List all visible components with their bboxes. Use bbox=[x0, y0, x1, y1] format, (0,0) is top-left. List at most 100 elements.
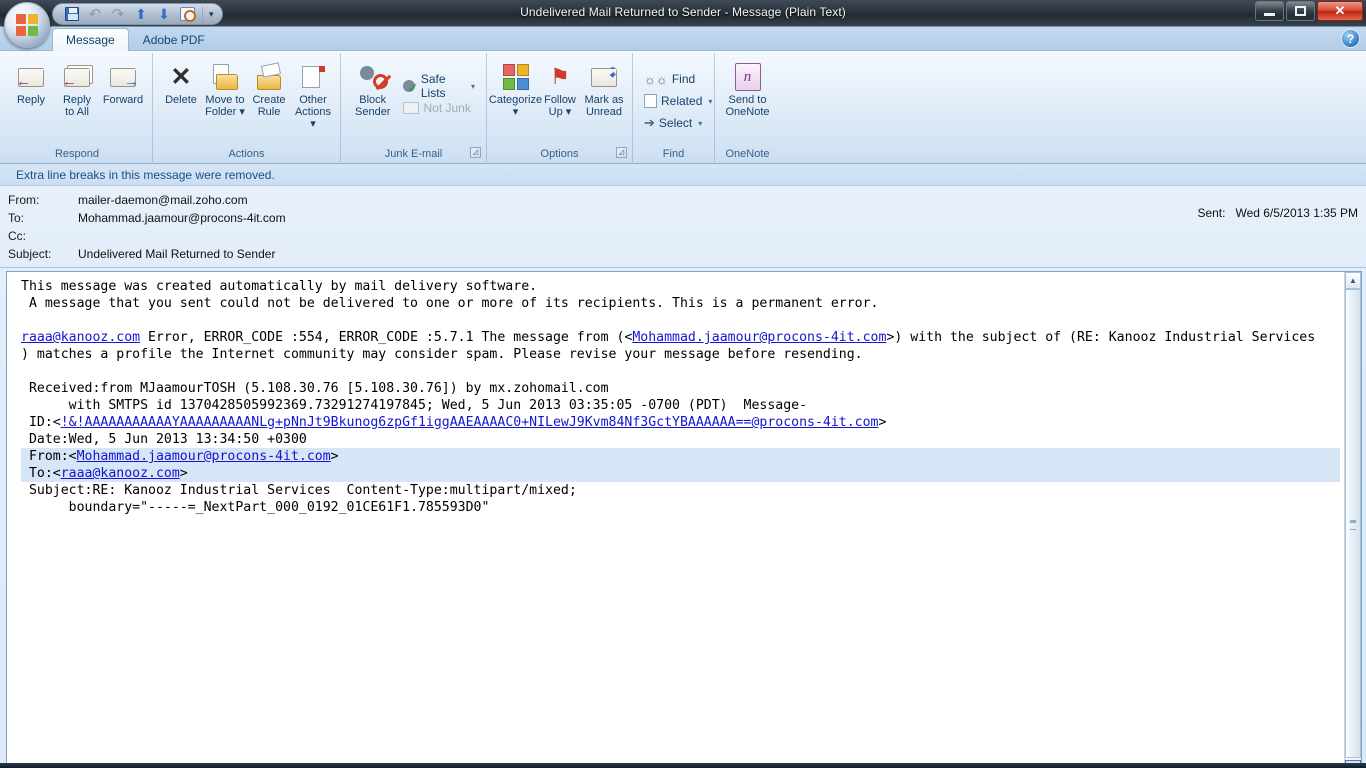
related-icon bbox=[644, 94, 657, 108]
save-icon[interactable] bbox=[61, 5, 83, 24]
message-id-prefix: ID:< bbox=[21, 415, 61, 430]
related-button[interactable]: Related ▾ bbox=[639, 90, 717, 112]
ribbon-group-onenote: n Send to OneNote OneNote bbox=[715, 53, 780, 162]
help-icon[interactable]: ? bbox=[1341, 29, 1360, 48]
print-preview-icon[interactable] bbox=[176, 5, 198, 24]
send-to-onenote-button[interactable]: n Send to OneNote bbox=[721, 57, 774, 118]
message-body-panel: This message was created automatically b… bbox=[6, 271, 1362, 768]
body-to-suffix: > bbox=[179, 466, 188, 481]
move-to-folder-button[interactable]: Move to Folder ▾ bbox=[203, 57, 247, 118]
restore-button[interactable] bbox=[1286, 1, 1315, 21]
junk-email-dialog-launcher[interactable]: ◿ bbox=[470, 147, 481, 158]
reply-to-all-label: Reply to All bbox=[62, 94, 92, 118]
forward-envelope-icon: → bbox=[110, 60, 139, 94]
junk-email-text: Junk E-mail bbox=[384, 147, 443, 160]
onenote-icon: n bbox=[734, 60, 761, 94]
other-actions-button[interactable]: Other Actions ▾ bbox=[291, 57, 335, 130]
group-label-options: Options ◿ bbox=[490, 145, 629, 162]
from-value[interactable]: mailer-daemon@mail.zoho.com bbox=[78, 193, 248, 207]
previous-item-icon[interactable]: ⬆ bbox=[130, 5, 152, 24]
group-label-onenote: OneNote bbox=[725, 147, 770, 160]
tab-adobe-pdf[interactable]: Adobe PDF bbox=[129, 28, 219, 51]
quick-access-toolbar: ↶ ↷ ⬆ ⬇ ▾ bbox=[52, 3, 223, 25]
mark-as-unread-button[interactable]: ⬇ Mark as Unread bbox=[582, 57, 626, 119]
other-actions-label: Other Actions ▾ bbox=[294, 94, 332, 130]
received-line-1: Received:from MJaamourTOSH (5.108.30.76 … bbox=[21, 381, 609, 396]
header-row-from: From: mailer-daemon@mail.zoho.com bbox=[0, 191, 1366, 209]
scroll-up-button[interactable]: ▲ bbox=[1345, 272, 1361, 289]
outlook-message-window: Undelivered Mail Returned to Sender - Me… bbox=[0, 0, 1366, 768]
related-label: Related bbox=[661, 94, 703, 108]
binoculars-icon: ☼☼ bbox=[644, 71, 668, 87]
sent-value: Wed 6/5/2013 1:35 PM bbox=[1235, 206, 1358, 220]
redo-icon[interactable]: ↷ bbox=[107, 5, 129, 24]
not-junk-label: Not Junk bbox=[423, 101, 471, 115]
chevron-down-icon: ▾ bbox=[698, 118, 703, 128]
block-sender-icon bbox=[356, 60, 390, 94]
minimize-button[interactable] bbox=[1255, 1, 1284, 21]
to-value[interactable]: Mohammad.jaamour@procons-4it.com bbox=[78, 211, 286, 225]
ribbon-group-find: ☼☼ Find Related ▾ ➔ Select ▾ Find bbox=[633, 53, 715, 162]
body-line-2: A message that you sent could not be del… bbox=[21, 296, 879, 311]
group-label-find: Find bbox=[662, 147, 685, 160]
body-boundary-line: boundary="-----=_NextPart_000_0192_01CE6… bbox=[21, 500, 490, 515]
group-label-junk-email: Junk E-mail ◿ bbox=[344, 145, 483, 162]
mark-as-unread-icon: ⬇ bbox=[591, 60, 618, 94]
error-recipient-link[interactable]: raaa@kanooz.com bbox=[21, 330, 140, 345]
date-line: Date:Wed, 5 Jun 2013 13:34:50 +0300 bbox=[21, 432, 307, 447]
body-from-prefix: From:< bbox=[21, 449, 77, 464]
undo-icon[interactable]: ↶ bbox=[84, 5, 106, 24]
restore-icon bbox=[1295, 6, 1306, 16]
cc-label: Cc: bbox=[8, 229, 26, 243]
safe-lists-button[interactable]: ✓ Safe Lists ▾ bbox=[398, 72, 480, 100]
options-text: Options bbox=[540, 147, 579, 160]
body-to-prefix: To:< bbox=[21, 466, 61, 481]
reply-to-all-button[interactable]: ← Reply to All bbox=[54, 57, 100, 118]
delete-button[interactable]: ✕ Delete bbox=[159, 57, 203, 107]
customize-qat-icon[interactable]: ▾ bbox=[207, 9, 216, 20]
body-vertical-scrollbar[interactable]: ▲ ▼ bbox=[1344, 272, 1361, 768]
reply-button[interactable]: ← Reply bbox=[8, 57, 54, 106]
next-item-icon[interactable]: ⬇ bbox=[153, 5, 175, 24]
message-headers: From: mailer-daemon@mail.zoho.com To: Mo… bbox=[0, 186, 1366, 268]
find-label: Find bbox=[671, 72, 696, 86]
find-button[interactable]: ☼☼ Find bbox=[639, 68, 717, 90]
sent-info: Sent: Wed 6/5/2013 1:35 PM bbox=[1197, 206, 1358, 220]
subject-label: Subject: bbox=[8, 247, 52, 261]
group-label-actions: Actions bbox=[228, 147, 265, 160]
select-button[interactable]: ➔ Select ▾ bbox=[639, 112, 717, 134]
delete-x-icon: ✕ bbox=[170, 63, 192, 91]
reply-all-envelope-icon: ← bbox=[62, 60, 91, 94]
body-blank-2 bbox=[21, 363, 1340, 380]
reply-label: Reply bbox=[16, 94, 46, 106]
message-id-link[interactable]: !&!AAAAAAAAAAAYAAAAAAAAANLg+pNnJt9Bkunog… bbox=[61, 415, 879, 430]
body-subject-line: Subject:RE: Kanooz Industrial Services C… bbox=[21, 483, 577, 498]
scrollbar-thumb[interactable] bbox=[1345, 289, 1361, 758]
categorize-label: Categorize ▾ bbox=[488, 94, 543, 118]
to-label: To: bbox=[8, 211, 25, 225]
block-sender-button[interactable]: Block Sender bbox=[347, 57, 398, 118]
create-rule-label: Create Rule bbox=[252, 94, 286, 118]
group-label-respond: Respond bbox=[54, 147, 100, 160]
body-from-suffix: > bbox=[330, 449, 339, 464]
close-button[interactable]: ✕ bbox=[1317, 1, 1363, 21]
create-rule-button[interactable]: Create Rule bbox=[247, 57, 291, 118]
forward-button[interactable]: → Forward bbox=[100, 57, 146, 106]
categorize-button[interactable]: Categorize ▾ bbox=[489, 57, 542, 118]
qat-separator bbox=[202, 6, 203, 22]
error-tail-text: >) with the subject of (RE: Kanooz Indus… bbox=[886, 330, 1316, 345]
selected-from-line: From:<Mohammad.jaamour@procons-4it.com> bbox=[21, 448, 1340, 465]
window-controls: ✕ bbox=[1255, 1, 1363, 21]
office-button[interactable] bbox=[4, 2, 50, 48]
follow-up-button[interactable]: ⚑ Follow Up ▾ bbox=[538, 57, 582, 119]
header-row-to: To: Mohammad.jaamour@procons-4it.com bbox=[0, 209, 1366, 227]
options-dialog-launcher[interactable]: ◿ bbox=[616, 147, 627, 158]
info-bar[interactable]: Extra line breaks in this message were r… bbox=[0, 164, 1366, 186]
not-junk-button: Not Junk bbox=[398, 97, 480, 119]
body-to-link[interactable]: raaa@kanooz.com bbox=[61, 466, 180, 481]
tab-message[interactable]: Message bbox=[52, 28, 129, 51]
body-from-link[interactable]: Mohammad.jaamour@procons-4it.com bbox=[77, 449, 331, 464]
error-sender-link[interactable]: Mohammad.jaamour@procons-4it.com bbox=[632, 330, 886, 345]
ribbon-group-junk-email: Block Sender ✓ Safe Lists ▾ Not Junk Jun… bbox=[341, 53, 487, 162]
message-body-text[interactable]: This message was created automatically b… bbox=[7, 272, 1344, 768]
